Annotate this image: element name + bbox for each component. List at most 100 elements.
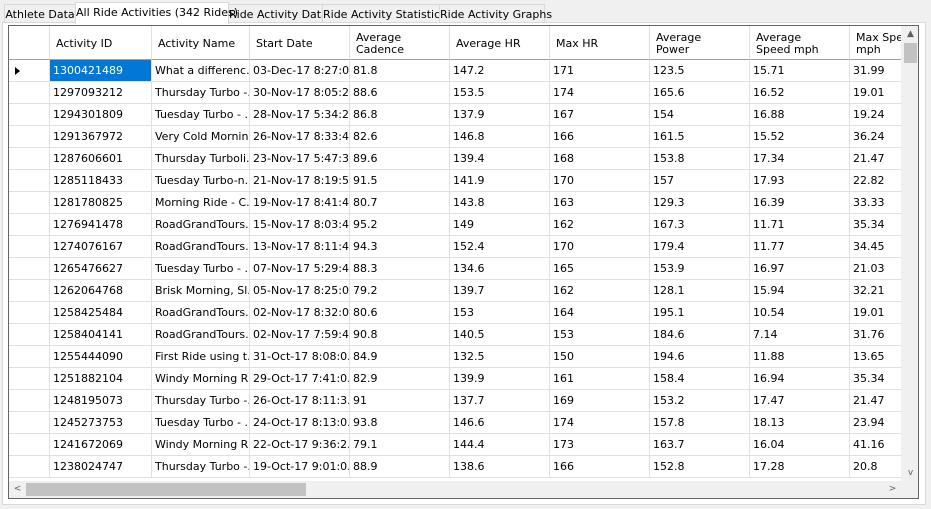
cell-activity-id[interactable]: 1245273753: [50, 412, 152, 434]
cell-max-hr[interactable]: 150: [550, 346, 650, 368]
cell-average-hr[interactable]: 137.7: [450, 390, 550, 412]
cell-average-hr[interactable]: 139.9: [450, 368, 550, 390]
tab-ride-activity-graphs[interactable]: Ride Activity Graphs: [439, 4, 552, 23]
row-header[interactable]: [9, 126, 50, 148]
cell-average-cadence[interactable]: 88.9: [350, 456, 450, 478]
cell-average-speed[interactable]: 11.71: [750, 214, 850, 236]
cell-activity-name[interactable]: Morning Ride - C...: [152, 192, 250, 214]
vertical-scrollbar[interactable]: ▲ v: [901, 26, 918, 482]
tab-all-ride-activities[interactable]: All Ride Activities (342 Rides): [75, 2, 238, 24]
cell-average-cadence[interactable]: 82.6: [350, 126, 450, 148]
row-header[interactable]: [9, 390, 50, 412]
cell-activity-name[interactable]: What a differenc...: [152, 60, 250, 82]
cell-activity-name[interactable]: Tuesday Turbo-n...: [152, 170, 250, 192]
cell-average-cadence[interactable]: 88.3: [350, 258, 450, 280]
cell-average-speed[interactable]: 16.97: [750, 258, 850, 280]
cell-average-power[interactable]: 152.8: [650, 456, 750, 478]
cell-activity-name[interactable]: RoadGrandTours...: [152, 236, 250, 258]
cell-average-hr[interactable]: 140.5: [450, 324, 550, 346]
cell-average-power[interactable]: 153.8: [650, 148, 750, 170]
scroll-right-icon[interactable]: >: [884, 481, 901, 498]
cell-average-power[interactable]: 194.6: [650, 346, 750, 368]
cell-average-power[interactable]: 158.4: [650, 368, 750, 390]
cell-average-cadence[interactable]: 94.3: [350, 236, 450, 258]
row-header[interactable]: [9, 456, 50, 478]
cell-activity-id[interactable]: 1287606601: [50, 148, 152, 170]
cell-max-hr[interactable]: 173: [550, 434, 650, 456]
cell-average-power[interactable]: 184.6: [650, 324, 750, 346]
table-row[interactable]: 1297093212 Thursday Turbo -... 30-Nov-17 8…: [9, 82, 918, 104]
cell-average-cadence[interactable]: 79.1: [350, 434, 450, 456]
table-row[interactable]: 1238024747 Thursday Turbo -... 19-Oct-17 9…: [9, 456, 918, 478]
cell-activity-id[interactable]: 1265476627: [50, 258, 152, 280]
scroll-down-icon[interactable]: v: [902, 465, 918, 482]
cell-average-cadence[interactable]: 91.5: [350, 170, 450, 192]
row-header[interactable]: [9, 192, 50, 214]
column-header-activity-id[interactable]: Activity ID: [50, 26, 152, 60]
cell-activity-name[interactable]: Thursday Turbo -...: [152, 390, 250, 412]
cell-average-speed[interactable]: 15.94: [750, 280, 850, 302]
cell-start-date[interactable]: 23-Nov-17 5:47:3...: [250, 148, 350, 170]
cell-activity-id[interactable]: 1291367972: [50, 126, 152, 148]
cell-average-hr[interactable]: 139.4: [450, 148, 550, 170]
cell-activity-name[interactable]: RoadGrandTours...: [152, 324, 250, 346]
cell-average-speed[interactable]: 15.71: [750, 60, 850, 82]
table-row[interactable]: 1291367972 Very Cold Mornin... 26-Nov-17 8…: [9, 126, 918, 148]
cell-average-power[interactable]: 165.6: [650, 82, 750, 104]
cell-start-date[interactable]: 07-Nov-17 5:29:4...: [250, 258, 350, 280]
cell-average-speed[interactable]: 17.47: [750, 390, 850, 412]
cell-activity-id[interactable]: 1238024747: [50, 456, 152, 478]
cell-average-hr[interactable]: 146.8: [450, 126, 550, 148]
cell-average-cadence[interactable]: 86.8: [350, 104, 450, 126]
cell-average-power[interactable]: 129.3: [650, 192, 750, 214]
table-row[interactable]: 1248195073 Thursday Turbo -... 26-Oct-17 8…: [9, 390, 918, 412]
cell-average-hr[interactable]: 132.5: [450, 346, 550, 368]
cell-max-hr[interactable]: 162: [550, 280, 650, 302]
cell-activity-id[interactable]: 1258404141: [50, 324, 152, 346]
cell-max-hr[interactable]: 167: [550, 104, 650, 126]
cell-average-power[interactable]: 161.5: [650, 126, 750, 148]
table-row[interactable]: 1276941478 RoadGrandTours... 15-Nov-17 8:0…: [9, 214, 918, 236]
row-header[interactable]: [9, 302, 50, 324]
cell-start-date[interactable]: 19-Oct-17 9:01:0...: [250, 456, 350, 478]
cell-average-cadence[interactable]: 79.2: [350, 280, 450, 302]
cell-average-hr[interactable]: 147.2: [450, 60, 550, 82]
cell-average-speed[interactable]: 16.52: [750, 82, 850, 104]
table-row[interactable]: 1251882104 Windy Morning R... 29-Oct-17 7:…: [9, 368, 918, 390]
row-header[interactable]: [9, 170, 50, 192]
cell-activity-name[interactable]: Thursday Turbo -...: [152, 456, 250, 478]
cell-start-date[interactable]: 28-Nov-17 5:34:2...: [250, 104, 350, 126]
tab-athlete-data[interactable]: Athlete Data: [4, 4, 76, 23]
cell-average-power[interactable]: 167.3: [650, 214, 750, 236]
row-header[interactable]: [9, 104, 50, 126]
cell-start-date[interactable]: 03-Dec-17 8:27:0...: [250, 60, 350, 82]
cell-average-speed[interactable]: 16.94: [750, 368, 850, 390]
tab-ride-activity-statistics[interactable]: Ride Activity Statistics: [322, 4, 446, 23]
cell-start-date[interactable]: 26-Nov-17 8:33:4...: [250, 126, 350, 148]
cell-start-date[interactable]: 24-Oct-17 8:13:0...: [250, 412, 350, 434]
table-row[interactable]: 1281780825 Morning Ride - C... 19-Nov-17 8…: [9, 192, 918, 214]
row-header[interactable]: [9, 346, 50, 368]
cell-average-power[interactable]: 153.2: [650, 390, 750, 412]
cell-average-cadence[interactable]: 81.8: [350, 60, 450, 82]
cell-average-speed[interactable]: 16.04: [750, 434, 850, 456]
table-row[interactable]: 1265476627 Tuesday Turbo - ... 07-Nov-17 5…: [9, 258, 918, 280]
table-row[interactable]: 1287606601 Thursday Turboli... 23-Nov-17 5…: [9, 148, 918, 170]
cell-average-cadence[interactable]: 80.7: [350, 192, 450, 214]
cell-average-speed[interactable]: 11.88: [750, 346, 850, 368]
cell-average-cadence[interactable]: 80.6: [350, 302, 450, 324]
cell-average-hr[interactable]: 143.8: [450, 192, 550, 214]
cell-average-power[interactable]: 179.4: [650, 236, 750, 258]
row-header[interactable]: [9, 324, 50, 346]
cell-average-hr[interactable]: 139.7: [450, 280, 550, 302]
cell-average-cadence[interactable]: 95.2: [350, 214, 450, 236]
horizontal-scroll-thumb[interactable]: [26, 483, 306, 496]
row-header[interactable]: [9, 368, 50, 390]
cell-average-speed[interactable]: 18.13: [750, 412, 850, 434]
cell-activity-id[interactable]: 1294301809: [50, 104, 152, 126]
cell-average-speed[interactable]: 7.14: [750, 324, 850, 346]
cell-start-date[interactable]: 02-Nov-17 8:32:0...: [250, 302, 350, 324]
cell-activity-name[interactable]: Tuesday Turbo - ...: [152, 104, 250, 126]
activities-grid[interactable]: Activity ID Activity Name Start Date Averag…: [8, 25, 919, 499]
cell-start-date[interactable]: 02-Nov-17 7:59:4...: [250, 324, 350, 346]
